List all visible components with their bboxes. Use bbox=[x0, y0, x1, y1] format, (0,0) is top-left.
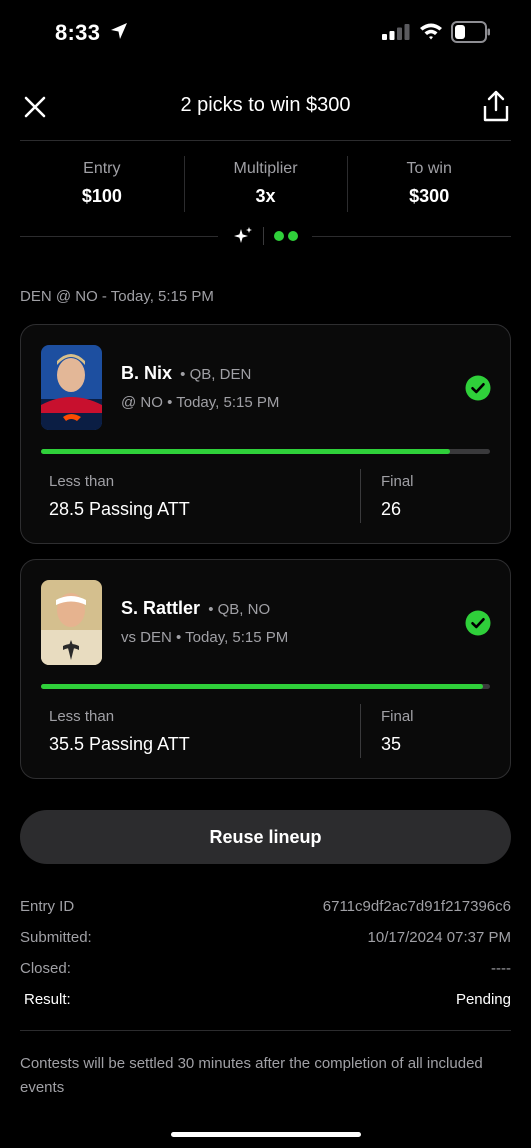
stat-value: $100 bbox=[81, 186, 122, 206]
divider bbox=[20, 236, 218, 237]
separator bbox=[360, 469, 361, 523]
status-time: 8:33 bbox=[55, 20, 101, 45]
final-label: Final bbox=[381, 708, 414, 725]
game-info: DEN @ NO - Today, 5:15 PM bbox=[20, 288, 214, 305]
stat-entry: Entry $100 bbox=[20, 156, 184, 214]
player-position: • QB, DEN bbox=[176, 366, 252, 383]
player-avatar bbox=[41, 580, 102, 665]
progress-fill bbox=[41, 684, 484, 689]
home-indicator[interactable] bbox=[171, 1132, 361, 1137]
status-bar: 8:33 bbox=[0, 0, 531, 64]
pick-direction: Less than bbox=[49, 708, 115, 725]
divider-with-status bbox=[20, 224, 511, 248]
check-circle-icon bbox=[465, 610, 491, 636]
signal-icon bbox=[382, 24, 410, 40]
matchup: @ NO bbox=[121, 394, 163, 411]
sparkle-icon[interactable] bbox=[232, 226, 254, 246]
separator bbox=[263, 227, 264, 245]
result-value: Pending bbox=[455, 991, 511, 1008]
player-name: B. Nix • QB, DEN bbox=[121, 363, 251, 384]
stat-value: 3x bbox=[255, 186, 276, 206]
entry-id-value: 6711c9df2ac7d91f217396c6 bbox=[322, 898, 511, 915]
reuse-lineup-button[interactable]: Reuse lineup bbox=[20, 810, 511, 864]
pick-line: 28.5 Passing ATT bbox=[49, 499, 190, 519]
closed-label: Closed: bbox=[20, 960, 71, 977]
progress-bar bbox=[41, 684, 490, 689]
submitted-label: Submitted: bbox=[20, 929, 92, 946]
stat-multiplier: Multiplier 3x bbox=[183, 156, 348, 214]
status-dots-icon bbox=[274, 231, 298, 241]
player-game: vs DEN • Today, 5:15 PM bbox=[121, 629, 289, 646]
result-label: Result: bbox=[24, 991, 71, 1008]
final-value: 26 bbox=[381, 499, 402, 519]
matchup: vs DEN bbox=[121, 629, 172, 646]
divider bbox=[20, 1030, 511, 1031]
pick-card[interactable]: B. Nix • QB, DEN @ NO • Today, 5:15 PM L… bbox=[20, 324, 511, 544]
battery-icon bbox=[451, 21, 490, 43]
pick-card[interactable]: S. Rattler • QB, NO vs DEN • Today, 5:15… bbox=[20, 559, 511, 779]
progress-fill bbox=[41, 449, 450, 454]
closed-row: Closed: ---- bbox=[20, 960, 511, 982]
location-arrow-icon bbox=[111, 23, 127, 39]
player-name-text: B. Nix bbox=[121, 363, 173, 383]
divider bbox=[312, 236, 511, 237]
stat-to-win: To win $300 bbox=[347, 156, 511, 214]
player-name: S. Rattler • QB, NO bbox=[121, 598, 270, 619]
game-time: Today, 5:15 PM bbox=[185, 629, 289, 646]
player-name-text: S. Rattler bbox=[121, 598, 201, 618]
check-circle-icon bbox=[465, 375, 491, 401]
page-title: 2 picks to win $300 bbox=[180, 94, 351, 116]
stat-label: To win bbox=[406, 160, 452, 177]
result-row: Result: Pending bbox=[20, 991, 511, 1013]
stat-label: Entry bbox=[83, 160, 121, 177]
game-time: Today, 5:15 PM bbox=[176, 394, 280, 411]
stat-label: Multiplier bbox=[233, 160, 298, 177]
progress-bar bbox=[41, 449, 490, 454]
final-label: Final bbox=[381, 473, 414, 490]
pick-direction: Less than bbox=[49, 473, 115, 490]
entry-id-row: Entry ID 6711c9df2ac7d91f217396c6 bbox=[20, 898, 511, 920]
header: 2 picks to win $300 bbox=[0, 84, 531, 128]
settlement-note: Contests will be settled 30 minutes afte… bbox=[20, 1055, 483, 1096]
separator bbox=[360, 704, 361, 758]
position-text: QB, DEN bbox=[189, 366, 252, 383]
entry-id-label: Entry ID bbox=[20, 898, 75, 915]
player-position: • QB, NO bbox=[204, 601, 271, 618]
player-game: @ NO • Today, 5:15 PM bbox=[121, 394, 280, 411]
position-text: QB, NO bbox=[217, 601, 271, 618]
player-avatar bbox=[41, 345, 102, 430]
share-icon[interactable] bbox=[482, 90, 510, 122]
divider bbox=[20, 140, 511, 141]
closed-value: ---- bbox=[491, 960, 511, 977]
submitted-row: Submitted: 10/17/2024 07:37 PM bbox=[20, 929, 511, 951]
wifi-icon bbox=[420, 23, 442, 40]
final-value: 35 bbox=[381, 734, 402, 754]
submitted-value: 10/17/2024 07:37 PM bbox=[367, 929, 511, 946]
stat-value: $300 bbox=[409, 186, 450, 206]
pick-line: 35.5 Passing ATT bbox=[49, 734, 190, 754]
entry-stats: Entry $100 Multiplier 3x To win $300 bbox=[20, 156, 511, 214]
